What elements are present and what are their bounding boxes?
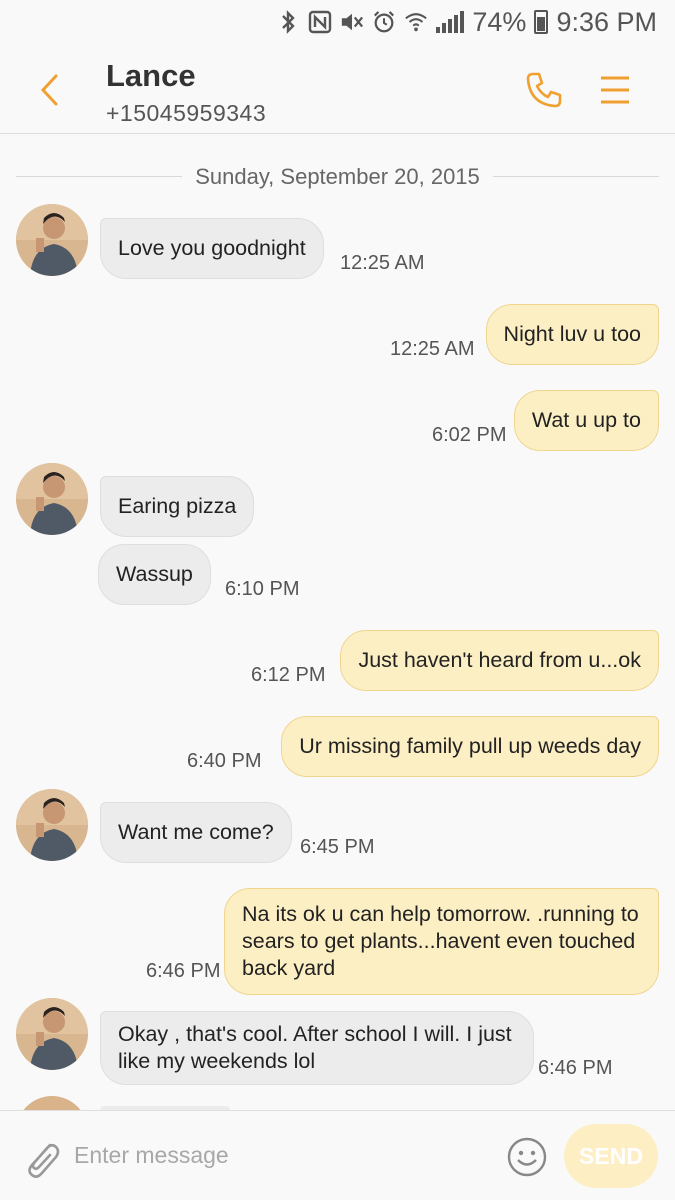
message-time: 6:45 PM	[300, 836, 375, 858]
contact-avatar	[16, 1096, 88, 1110]
message-time: 12:25 AM	[340, 252, 425, 274]
conversation-header: Lance +15045959343	[0, 44, 675, 134]
date-divider: Sunday, September 20, 2015	[16, 164, 659, 190]
phone-icon	[526, 72, 562, 108]
send-button[interactable]: SEND	[564, 1124, 658, 1188]
message-bubble-incoming[interactable]: Wassup	[98, 544, 211, 605]
paperclip-icon	[28, 1143, 60, 1178]
smiley-icon	[507, 1137, 547, 1177]
contact-avatar[interactable]	[16, 789, 88, 861]
back-arrow-icon	[40, 74, 58, 106]
message-bubble-incoming[interactable]: Okay , that's cool. After school I will.…	[100, 1011, 534, 1085]
contact-avatar[interactable]	[16, 204, 88, 276]
message-time: 6:12 PM	[251, 664, 326, 686]
contact-name: Lance	[106, 58, 196, 93]
message-time: 12:25 AM	[390, 338, 475, 360]
date-label: Sunday, September 20, 2015	[195, 164, 480, 189]
divider-line	[493, 176, 659, 177]
message-bubble-outgoing[interactable]: Ur missing family pull up weeds day	[281, 716, 659, 777]
emoji-button[interactable]	[505, 1135, 549, 1179]
message-bubble-incoming[interactable]: Earing pizza	[100, 476, 255, 537]
contact-number: +15045959343	[106, 100, 267, 126]
message-composer: SEND	[0, 1110, 675, 1200]
message-time: 6:46 PM	[146, 960, 221, 982]
mute-icon	[340, 8, 364, 36]
message-time: 6:40 PM	[187, 750, 262, 772]
attach-button[interactable]	[20, 1133, 64, 1181]
message-time: 6:10 PM	[225, 578, 300, 600]
bluetooth-icon	[276, 8, 300, 36]
message-time: 6:02 PM	[432, 424, 507, 446]
menu-icon	[601, 76, 629, 104]
back-button[interactable]	[30, 66, 74, 114]
contact-avatar[interactable]	[16, 463, 88, 535]
alarm-icon	[372, 8, 396, 36]
signal-icon	[436, 11, 465, 33]
battery-icon	[534, 10, 549, 34]
menu-button[interactable]	[598, 72, 632, 108]
message-bubble-incoming[interactable]: Want me come?	[100, 802, 292, 863]
nfc-icon	[308, 8, 332, 36]
message-bubble-outgoing[interactable]: Wat u up to	[513, 390, 659, 451]
message-bubble-outgoing[interactable]: Just haven't heard from u...ok	[340, 630, 659, 691]
clock: 9:36 PM	[556, 6, 657, 37]
battery-percent: 74%	[472, 6, 527, 37]
message-input[interactable]	[74, 1135, 474, 1175]
message-bubble-outgoing[interactable]: Na its ok u can help tomorrow. .running …	[224, 888, 659, 995]
contact-avatar[interactable]	[16, 998, 88, 1070]
message-time: 6:46 PM	[538, 1057, 613, 1079]
message-bubble-incoming[interactable]: Love you goodnight	[100, 218, 324, 279]
status-bar: 74% 9:36 PM	[0, 0, 675, 44]
call-button[interactable]	[524, 70, 564, 110]
wifi-icon	[404, 8, 428, 36]
message-bubble-outgoing[interactable]: Night luv u too	[485, 304, 659, 365]
